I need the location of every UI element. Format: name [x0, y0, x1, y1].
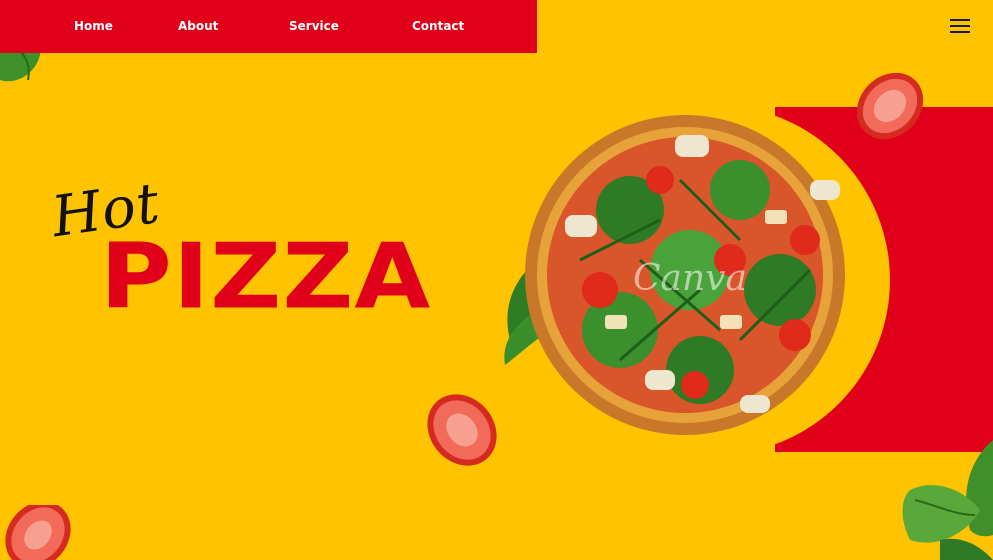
top-navigation-bar: Home About Service Contact [0, 0, 537, 53]
watermark-text: Canva [633, 258, 747, 299]
nav-contact-link[interactable]: Contact [412, 19, 464, 33]
hamburger-menu-icon[interactable] [950, 18, 970, 34]
tomato-slice-middle [427, 394, 497, 466]
basil-leaf-bottom-right [902, 440, 993, 560]
nav-home-link[interactable]: Home [74, 19, 113, 33]
tomato-slice-bottom-left [5, 505, 71, 560]
nav-about-link[interactable]: About [178, 19, 218, 33]
hero-title: PIZZA [100, 224, 432, 330]
nav-service-link[interactable]: Service [289, 19, 339, 33]
tomato-slice-top-right [856, 72, 924, 140]
